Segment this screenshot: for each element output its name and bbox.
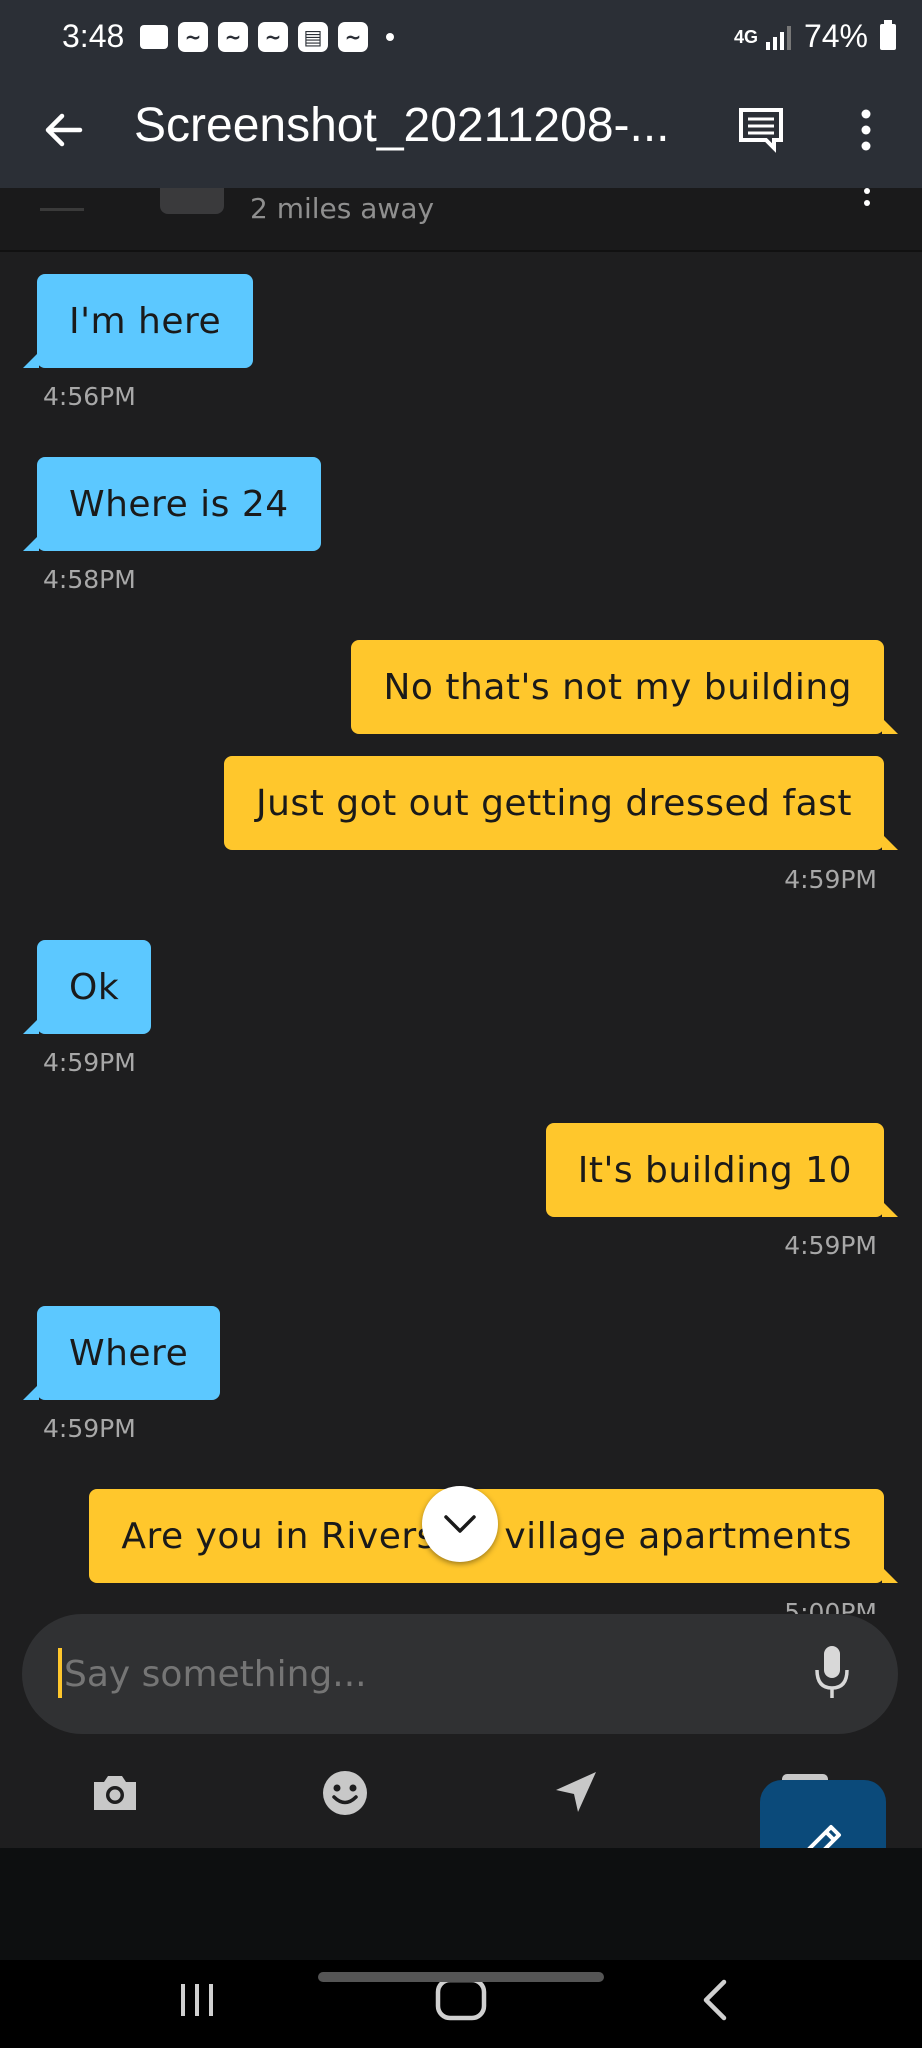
profile-header: 2 miles away — [0, 188, 922, 252]
message-input[interactable] — [58, 1640, 766, 1708]
status-right: 4G 74% — [734, 18, 896, 55]
status-bar: 3:48 ~ ~ ~ ▤ ~ 4G 74% — [0, 0, 922, 78]
profile-more-icon[interactable] — [864, 188, 872, 208]
status-time: 3:48 — [62, 18, 125, 54]
profile-back-icon[interactable] — [40, 188, 84, 211]
message-notification-icon — [140, 25, 168, 49]
app-notification-icon: ~ — [338, 22, 368, 52]
message-composer — [22, 1614, 898, 1734]
outgoing-message[interactable]: Just got out getting dressed fast — [224, 756, 898, 850]
outgoing-message[interactable]: No that's not my building — [351, 640, 898, 734]
chevron-down-icon — [444, 1515, 476, 1533]
chat-thread[interactable]: I'm here 4:56PM Where is 24 4:58PM No th… — [0, 252, 922, 1614]
back-arrow-icon[interactable] — [36, 102, 92, 158]
location-icon[interactable] — [548, 1766, 602, 1820]
message-timestamp: 4:56PM — [43, 382, 136, 411]
scroll-to-bottom-button[interactable] — [422, 1486, 498, 1562]
microphone-icon[interactable] — [812, 1644, 852, 1704]
outgoing-message[interactable]: It's building 10 — [545, 1123, 899, 1217]
notification-icons: ~ ~ ~ ▤ ~ — [140, 22, 394, 52]
more-options-icon[interactable] — [850, 102, 882, 158]
emoji-icon[interactable] — [318, 1766, 372, 1820]
network-type: 4G — [733, 26, 758, 47]
news-notification-icon: ▤ — [298, 22, 328, 52]
signal-icon — [765, 25, 791, 50]
message-timestamp: 5:00PM — [784, 1598, 877, 1614]
app-notification-icon: ~ — [178, 22, 208, 52]
incoming-message[interactable]: I'm here — [22, 274, 254, 368]
message-icon[interactable] — [736, 104, 786, 154]
incoming-message[interactable]: Where — [22, 1306, 221, 1400]
page-title: Screenshot_20211208-... — [134, 99, 670, 152]
incoming-message[interactable]: Where is 24 — [23, 457, 321, 551]
message-timestamp: 4:59PM — [43, 1414, 136, 1443]
app-notification-icon: ~ — [218, 22, 248, 52]
app-bar: Screenshot_20211208-... — [0, 78, 922, 188]
incoming-message[interactable]: Ok — [22, 940, 152, 1034]
recent-apps-icon[interactable] — [176, 1980, 218, 2020]
app-notification-icon: ~ — [258, 22, 288, 52]
gesture-pill — [318, 1972, 604, 1982]
distance-label: 2 miles away — [250, 192, 435, 225]
more-notifications-dot-icon — [386, 33, 394, 41]
message-timestamp: 4:59PM — [784, 1231, 877, 1260]
camera-icon[interactable] — [88, 1766, 142, 1820]
home-icon[interactable] — [434, 1976, 488, 2022]
battery-percent: 74% — [803, 18, 868, 54]
message-timestamp: 4:58PM — [43, 565, 136, 594]
avatar[interactable] — [160, 188, 224, 214]
back-nav-icon[interactable] — [700, 1978, 730, 2022]
message-timestamp: 4:59PM — [43, 1048, 136, 1077]
battery-icon — [880, 19, 896, 50]
message-timestamp: 4:59PM — [784, 865, 877, 894]
